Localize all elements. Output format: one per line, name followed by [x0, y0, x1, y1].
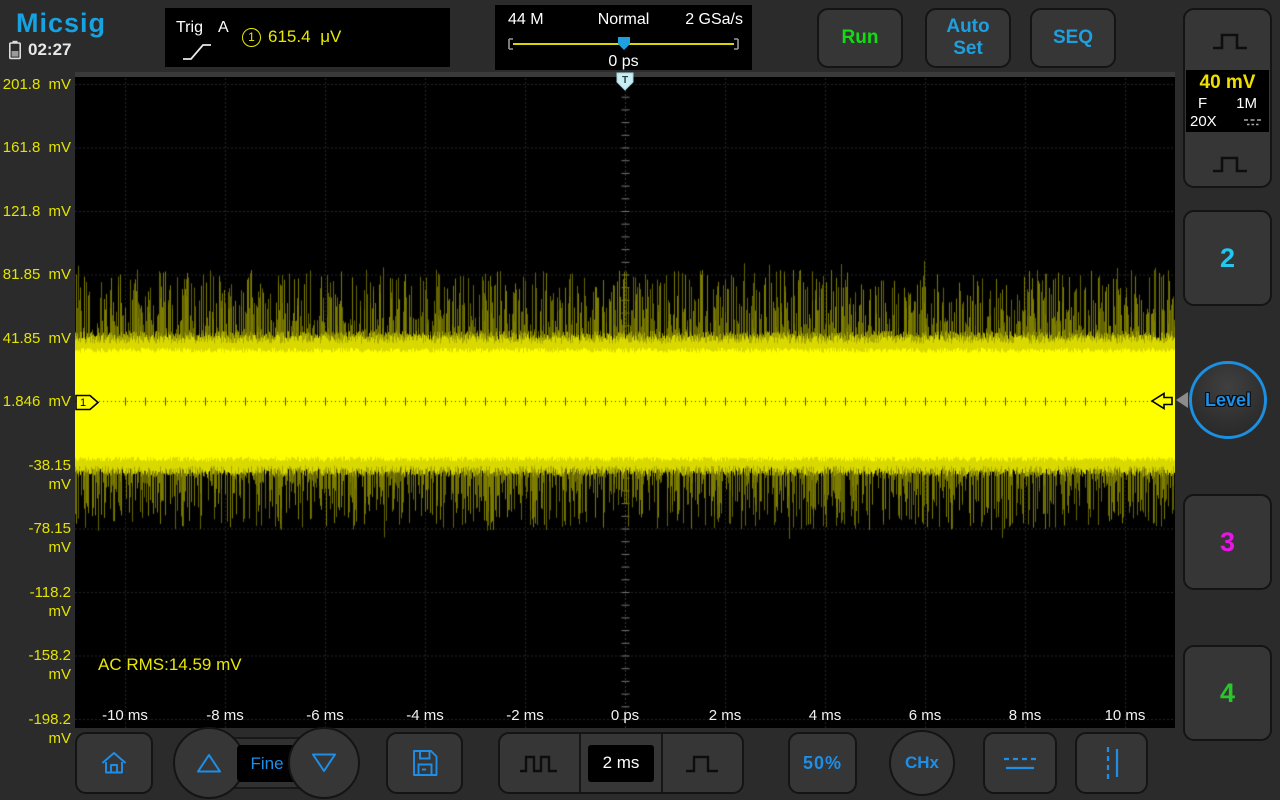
status-area: 02:27 — [8, 40, 71, 60]
trigger-channel: A — [218, 19, 229, 37]
y-axis-label: -198.2 mV — [0, 710, 71, 729]
x-axis-label: -8 ms — [190, 707, 260, 725]
y-axis-label: 81.85 mV — [0, 265, 71, 284]
increase-button[interactable] — [173, 727, 245, 799]
pulse-icon — [1209, 149, 1251, 177]
channel3-button[interactable]: 3 — [1183, 494, 1272, 590]
single-pulse-icon — [681, 748, 723, 778]
vertical-cursor-icon — [1098, 743, 1126, 783]
y-axis-label: 161.8 mV — [0, 138, 71, 157]
oscilloscope-screen: Micsig 02:27 Trig A 1 615.4 μV 44 M Norm… — [0, 0, 1280, 800]
y-axis-label: -158.2 mV — [0, 646, 71, 665]
clock-time: 02:27 — [28, 40, 71, 60]
pulse-icon — [1209, 26, 1251, 54]
channel1-coupling-impedance: F 1M — [1186, 95, 1269, 112]
trigger-level-arrow[interactable] — [1150, 392, 1175, 410]
save-button[interactable] — [386, 732, 463, 794]
double-pulse-icon — [516, 748, 564, 778]
x-axis-label: -6 ms — [290, 707, 360, 725]
x-axis-label: 4 ms — [790, 707, 860, 725]
trigger-source-badge: 1 — [242, 28, 261, 47]
horizontal-cursor-button[interactable] — [983, 732, 1057, 794]
channel1-settings-box[interactable]: 40 mV F 1M 20X — [1186, 70, 1269, 132]
x-axis-label: 6 ms — [890, 707, 960, 725]
channel1-probe-row: 20X — [1186, 113, 1269, 130]
y-axis-label: -78.15 mV — [0, 519, 71, 538]
x-axis-label: 10 ms — [1090, 707, 1160, 725]
channel1-impedance: 1M — [1236, 95, 1257, 112]
save-icon — [409, 747, 441, 779]
waveform-display[interactable] — [75, 72, 1175, 728]
svg-text:T: T — [622, 75, 628, 86]
measurement-readout: AC RMS:14.59 mV — [98, 655, 242, 675]
y-axis-label: -38.15 mV — [0, 456, 71, 475]
level-knob[interactable]: Level — [1189, 361, 1267, 439]
x-axis-label: -2 ms — [490, 707, 560, 725]
channel1-scale: 40 mV — [1186, 72, 1269, 94]
home-button[interactable] — [75, 732, 153, 794]
seq-button[interactable]: SEQ — [1030, 8, 1116, 68]
home-icon — [100, 750, 128, 776]
brand-logo: Micsig — [16, 8, 106, 39]
triangle-up-icon — [194, 750, 224, 776]
autoset-line1: Auto — [946, 16, 989, 38]
sample-rate: 2 GSa/s — [685, 11, 743, 29]
level-knob-label: Level — [1205, 390, 1251, 411]
zoom-out-timebase-button[interactable] — [500, 734, 579, 792]
timebase-value: 2 ms — [588, 745, 654, 782]
channel4-button[interactable]: 4 — [1183, 645, 1272, 741]
acquisition-box[interactable]: 44 M Normal 2 GSa/s 0 ps — [495, 5, 752, 70]
x-axis-label: -4 ms — [390, 707, 460, 725]
run-button[interactable]: Run — [817, 8, 903, 68]
trigger-label: Trig — [176, 19, 203, 37]
horizontal-cursor-icon — [1000, 750, 1040, 776]
trigger-position-slider[interactable] — [507, 35, 740, 51]
x-axis-label: 0 ps — [590, 707, 660, 725]
zoom-in-timebase-button[interactable] — [661, 734, 742, 792]
autoset-button[interactable]: Auto Set — [925, 8, 1011, 68]
vertical-cursor-button[interactable] — [1075, 732, 1148, 794]
timebase-value-segment[interactable]: 2 ms — [579, 734, 660, 792]
trigger-position-marker[interactable]: T — [616, 72, 634, 91]
triangle-down-icon — [309, 750, 339, 776]
x-axis-label: 8 ms — [990, 707, 1060, 725]
y-axis-label: 201.8 mV — [0, 75, 71, 94]
dc-coupling-icon — [1242, 117, 1264, 127]
rising-edge-icon — [181, 41, 213, 63]
waveform-canvas[interactable] — [75, 78, 1175, 728]
trigger-50pct-button[interactable]: 50% — [788, 732, 857, 794]
channel1-position-marker[interactable]: 1 — [75, 394, 100, 411]
level-knob-pointer-icon — [1176, 392, 1188, 408]
y-axis-label: 41.85 mV — [0, 329, 71, 348]
x-axis-label: 2 ms — [690, 707, 760, 725]
y-axis-label: 1.846 mV — [0, 392, 71, 411]
timebase-group: 2 ms — [498, 732, 744, 794]
decrease-button[interactable] — [288, 727, 360, 799]
channel-select-button[interactable]: CHx — [889, 730, 955, 796]
channel1-coupling: F — [1198, 95, 1207, 112]
autoset-line2: Set — [946, 38, 989, 60]
trigger-level-value: 615.4 μV — [268, 27, 341, 47]
x-axis-label: -10 ms — [90, 707, 160, 725]
svg-text:1: 1 — [80, 397, 86, 409]
trigger-delay: 0 ps — [495, 53, 752, 71]
channel2-button[interactable]: 2 — [1183, 210, 1272, 306]
trigger-info-box[interactable]: Trig A 1 615.4 μV — [165, 8, 450, 67]
y-axis-label: 121.8 mV — [0, 202, 71, 221]
battery-icon — [8, 40, 22, 60]
channel1-probe: 20X — [1190, 113, 1217, 130]
y-axis-label: -118.2 mV — [0, 583, 71, 602]
